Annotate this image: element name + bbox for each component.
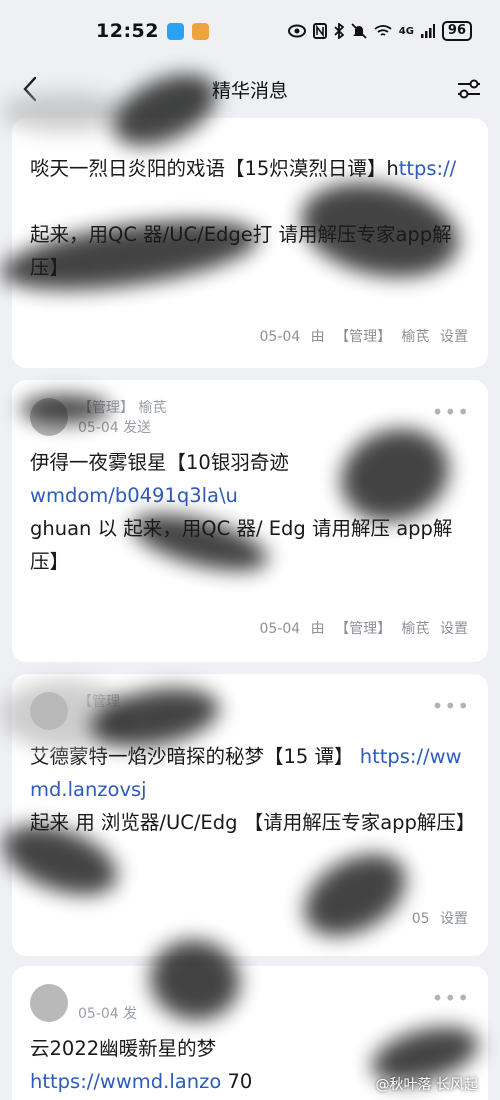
footer-settings-link[interactable]: 设置	[440, 329, 468, 345]
footer-user: 榆芪	[401, 329, 430, 345]
message-text: 伊得一夜雾银星【10银羽奇迹 wmdom/b0491q3la\u ghuan 以…	[30, 446, 472, 578]
mute-icon	[351, 23, 367, 39]
message-link[interactable]: ttps://	[399, 157, 457, 180]
nfc-icon	[312, 23, 327, 39]
footer-date: 05	[411, 911, 430, 927]
message-title: 艾德蒙特一焰沙暗探的秘梦【15 谭】	[30, 745, 354, 768]
footer-role: 【管理】	[335, 329, 392, 345]
message-title: 云2022幽暖新星的梦	[30, 1037, 217, 1060]
top-nav-bar: 精华消息	[0, 62, 500, 116]
bluetooth-icon	[334, 23, 344, 39]
battery-icon: 96	[441, 21, 472, 41]
message-title: 伊得一夜雾银星【10银羽奇迹	[30, 451, 289, 474]
message-body: ghuan 以 起来，用QC 器/ Edg 请用解压 app解压】	[30, 517, 453, 573]
more-options-icon[interactable]: •••	[432, 694, 470, 718]
message-text: 啖天一烈日炎阳的戏语【15炽漠烈日谭】https:// 起来，用QC 器/UC/…	[30, 152, 472, 284]
message-header: 05-04 发 •••	[30, 982, 470, 1026]
message-meta: 05-04 发	[78, 984, 137, 1024]
message-card[interactable]: 【管理】 榆芪 05-04 发送 ••• 伊得一夜雾银星【10银羽奇迹 wmdo…	[12, 380, 488, 662]
message-link-tail[interactable]: om/b0491q3la\u	[77, 484, 238, 507]
footer-date: 05-04	[259, 621, 301, 637]
message-footer: 05-04 由 【管理】 榆芪 设置	[254, 618, 469, 638]
meta-user: 榆芪	[138, 400, 167, 416]
message-card[interactable]: 【管理 ••• 艾德蒙特一焰沙暗探的秘梦【15 谭】 https://wwmd.…	[12, 674, 488, 956]
signal-label: 4G	[398, 25, 414, 37]
footer-by: 由	[310, 621, 325, 637]
footer-by: 由	[310, 329, 325, 345]
meta-role: 【管理】	[78, 400, 134, 416]
page-title: 精华消息	[211, 79, 288, 102]
meta-role: 【管理	[78, 694, 120, 710]
wifi-icon	[374, 25, 392, 36]
meta-sent: 05-04 发	[78, 1006, 138, 1022]
message-meta: 【管理】 榆芪 05-04 发送	[78, 398, 166, 438]
message-meta: 【管理	[78, 692, 120, 712]
footer-date: 05-04	[259, 329, 301, 345]
message-text: 艾德蒙特一焰沙暗探的秘梦【15 谭】 https://wwmd.lanzovsj…	[30, 740, 476, 839]
avatar[interactable]	[30, 984, 68, 1022]
status-time: 12:52	[96, 20, 159, 42]
more-options-icon[interactable]: •••	[432, 400, 470, 424]
status-icons: 4G 96	[287, 21, 472, 41]
watermark: @秋叶落 长风起	[375, 1077, 478, 1093]
avatar[interactable]	[30, 398, 68, 436]
message-link-tail[interactable]: sj	[131, 778, 147, 801]
status-bar: 12:52 4G 96	[0, 0, 500, 62]
message-body: 起来 用 浏览器/UC/Edg 【请用解压专家app解压】	[30, 811, 476, 834]
message-footer: 05-04 由 【管理】 榆芪 设置	[254, 326, 469, 346]
eye-icon	[287, 24, 306, 38]
footer-settings-link[interactable]: 设置	[440, 911, 468, 927]
meta-sent: 05-04 发送	[78, 420, 152, 436]
message-link[interactable]: https://wwmd.lanzo	[30, 1070, 221, 1093]
message-header: 【管理】 榆芪 05-04 发送 •••	[30, 396, 470, 440]
footer-user: 榆芪	[401, 621, 430, 637]
message-footer: 05 设置	[406, 908, 468, 928]
app-notification-icon	[166, 22, 184, 40]
avatar[interactable]	[30, 692, 68, 730]
message-card[interactable]: 啖天一烈日炎阳的戏语【15炽漠烈日谭】https:// 起来，用QC 器/UC/…	[12, 118, 488, 368]
message-link[interactable]: wmd	[30, 484, 77, 507]
signal-icon	[420, 24, 435, 38]
sliders-icon[interactable]	[454, 74, 484, 104]
more-options-icon[interactable]: •••	[432, 986, 470, 1010]
weibo-icon	[191, 22, 209, 40]
message-link-tail: 70	[227, 1070, 253, 1093]
message-title: 啖天一烈日炎阳的戏语【15炽漠烈日谭】h	[30, 157, 399, 180]
footer-role: 【管理】	[335, 621, 392, 637]
message-header: 【管理 •••	[30, 690, 470, 734]
footer-settings-link[interactable]: 设置	[440, 621, 468, 637]
message-body: 起来，用QC 器/UC/Edge打 请用解压专家app解压】	[30, 223, 452, 279]
chevron-left-icon[interactable]	[16, 74, 46, 104]
